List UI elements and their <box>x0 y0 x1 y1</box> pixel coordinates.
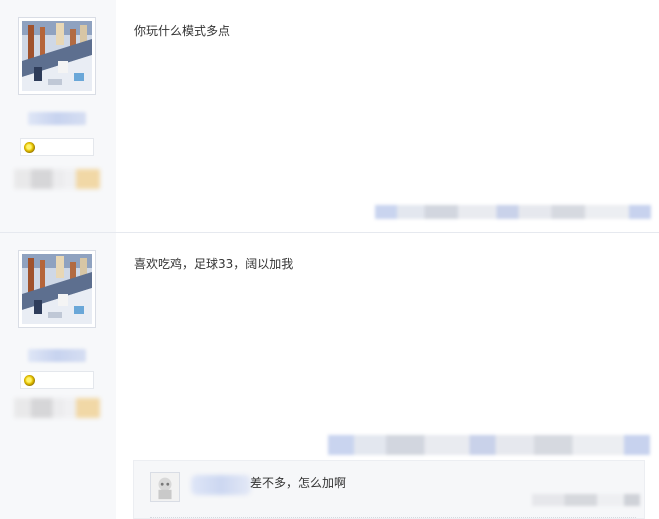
author-avatar[interactable] <box>18 250 96 328</box>
author-avatar[interactable] <box>18 17 96 95</box>
post-content: 喜欢吃鸡，足球33，阔以加我 <box>134 257 294 271</box>
author-level-badge[interactable] <box>20 371 94 389</box>
reply-separator <box>150 517 636 518</box>
game-avatar-icon <box>22 21 92 91</box>
reply-avatar[interactable] <box>150 472 180 502</box>
reply-author-blurred[interactable] <box>191 475 251 495</box>
post-1: 你玩什么模式多点 <box>0 0 659 232</box>
post-2: 喜欢吃鸡，足球33，阔以加我 差不多，怎么加啊 <box>0 233 659 519</box>
author-name-blurred[interactable] <box>28 112 86 125</box>
reply-list: 差不多，怎么加啊 <box>133 460 645 519</box>
post-meta-blurred <box>375 205 651 219</box>
post-content: 你玩什么模式多点 <box>134 24 231 38</box>
author-stats-blurred <box>14 398 100 418</box>
game-avatar-icon <box>22 254 92 324</box>
reply-text: 差不多，怎么加啊 <box>250 476 347 490</box>
author-sidebar <box>0 233 116 519</box>
reply-meta-blurred <box>532 494 640 506</box>
gold-badge-icon <box>24 142 35 153</box>
author-level-badge[interactable] <box>20 138 94 156</box>
author-name-blurred[interactable] <box>28 349 86 362</box>
user-avatar-icon <box>151 473 179 501</box>
gold-badge-icon <box>24 375 35 386</box>
post-meta-blurred <box>328 435 650 455</box>
author-stats-blurred <box>14 169 100 189</box>
author-sidebar <box>0 0 116 232</box>
